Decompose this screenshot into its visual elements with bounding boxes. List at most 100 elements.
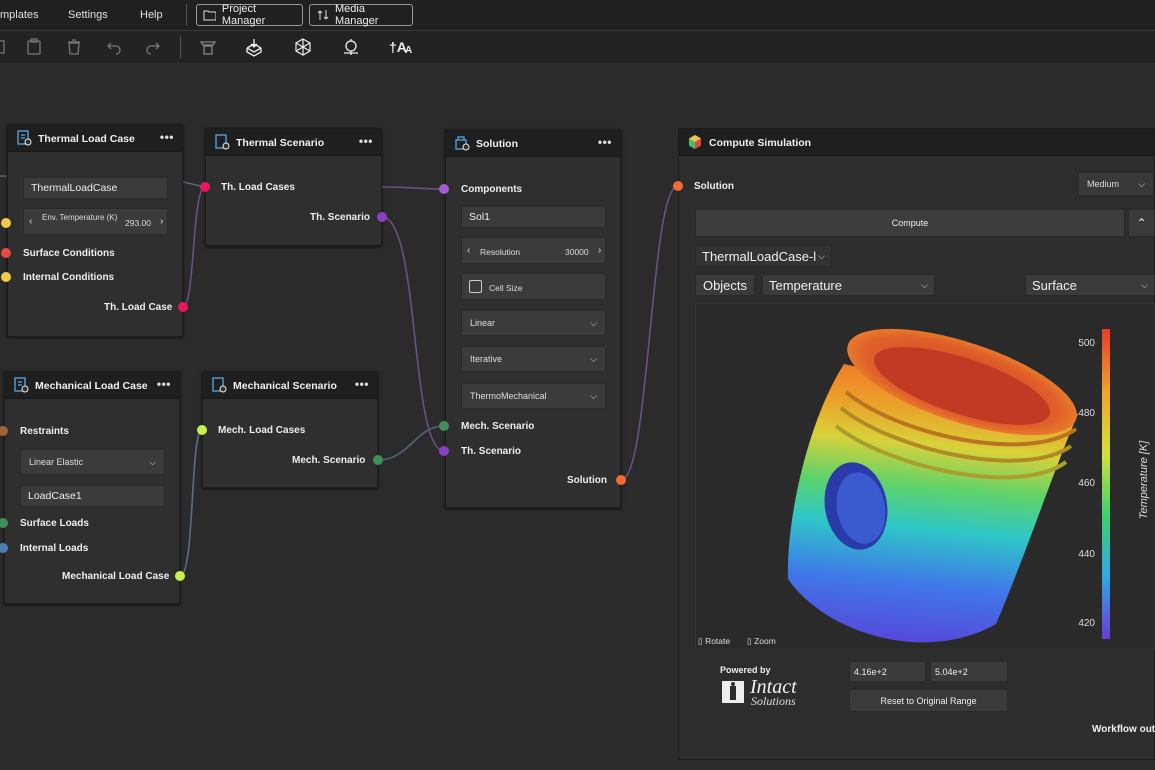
node-title: Thermal Load Case	[38, 133, 135, 145]
powered-by-label: Powered by	[720, 665, 771, 675]
solution-input-port[interactable]	[673, 181, 683, 191]
mech-loadcase-output-label: Mechanical Load Case	[62, 571, 170, 582]
surface-conditions-label: Surface Conditions	[23, 248, 115, 259]
chevron-down-icon: ⌵	[149, 456, 156, 467]
mechanical-load-case-node[interactable]: Mechanical Load Case ••• Restraints Line…	[4, 371, 180, 604]
cell-size-checkbox[interactable]	[469, 280, 482, 293]
mouse-icon: ▯	[698, 636, 703, 646]
decrement-icon[interactable]: ‹	[467, 245, 470, 256]
internal-conditions-port[interactable]	[1, 272, 11, 282]
field-select[interactable]: Temperature ⌵	[762, 274, 935, 296]
mech-loadcase-name-field[interactable]: LoadCase1	[20, 485, 165, 507]
quality-dropdown[interactable]: Medium ⌵	[1078, 172, 1154, 196]
objects-button[interactable]: Objects	[695, 274, 755, 296]
3d-viewport[interactable]: 500 480 460 440 420 Temperature [K] ▯ Ro…	[695, 303, 1155, 650]
th-scenario-output-port[interactable]	[377, 212, 387, 222]
chevron-down-icon: ⌵	[1141, 279, 1148, 290]
components-input-port[interactable]	[439, 184, 449, 194]
colorbar	[1102, 329, 1110, 639]
colorbar-tick: 500	[1078, 338, 1095, 349]
node-header[interactable]: Thermal Load Case •••	[8, 125, 182, 152]
colorbar-tick: 440	[1078, 549, 1095, 560]
mech-scenario-input-label: Mech. Scenario	[461, 421, 535, 432]
cell-size-label: Cell Size	[489, 283, 523, 293]
mech-load-cases-input-label: Mech. Load Cases	[218, 425, 306, 436]
solution-output-port[interactable]	[616, 475, 626, 485]
decrement-icon[interactable]: ‹	[29, 216, 32, 227]
material-model-value: Linear Elastic	[29, 457, 84, 467]
rotate-hint: ▯ Rotate	[698, 636, 730, 647]
rotate-label: Rotate	[705, 636, 731, 646]
node-title: Compute Simulation	[709, 137, 812, 149]
load-case-icon	[17, 130, 32, 146]
th-load-case-output-port[interactable]	[178, 302, 188, 312]
solver-method-dropdown[interactable]: Iterative ⌵	[461, 346, 606, 372]
collapse-chevron-up-icon[interactable]: ⌃	[1128, 209, 1155, 237]
node-header[interactable]: Solution •••	[446, 130, 620, 157]
mechanical-scenario-node[interactable]: Mechanical Scenario ••• Mech. Load Cases…	[202, 371, 378, 488]
th-scenario-input-label: Th. Scenario	[461, 446, 522, 457]
compute-cube-icon	[689, 135, 701, 149]
range-min-field[interactable]: 4.16e+2	[849, 661, 926, 682]
load-case-icon	[14, 377, 29, 393]
solution-name-field[interactable]: Sol1	[461, 206, 606, 228]
increment-icon[interactable]: ›	[598, 245, 601, 256]
node-title: Mechanical Scenario	[233, 380, 337, 392]
surface-loads-label: Surface Loads	[20, 518, 89, 529]
mech-scenario-output-port[interactable]	[373, 455, 383, 465]
solver-type-dropdown[interactable]: Linear ⌵	[461, 310, 606, 336]
resolution-stepper[interactable]: ‹ Resolution 30000 ›	[461, 237, 606, 264]
compute-button[interactable]: Compute	[695, 209, 1125, 237]
material-model-dropdown[interactable]: Linear Elastic ⌵	[20, 449, 165, 475]
loadcase-select[interactable]: ThermalLoadCase-l ⌵	[695, 245, 832, 267]
physics-value: ThermoMechanical	[470, 391, 547, 401]
more-options-icon[interactable]: •••	[355, 377, 369, 391]
thermal-load-case-node[interactable]: Thermal Load Case ••• ThermalLoadCase ‹ …	[7, 124, 183, 337]
node-header[interactable]: Thermal Scenario •••	[206, 129, 381, 156]
increment-icon[interactable]: ›	[160, 216, 163, 227]
solution-node[interactable]: Solution ••• Components Sol1 ‹ Resolutio…	[445, 129, 621, 508]
solver-type-value: Linear	[470, 318, 496, 328]
node-header[interactable]: Mechanical Scenario •••	[203, 372, 377, 399]
components-input-label: Components	[461, 184, 523, 195]
surface-conditions-port[interactable]	[1, 248, 11, 258]
physics-dropdown[interactable]: ThermoMechanical ⌵	[461, 383, 606, 409]
th-scenario-output-label: Th. Scenario	[310, 212, 371, 223]
node-header[interactable]: Compute Simulation	[679, 129, 1154, 156]
more-options-icon[interactable]: •••	[157, 377, 171, 391]
node-header[interactable]: Mechanical Load Case •••	[5, 372, 179, 399]
mech-loadcase-output-port[interactable]	[175, 571, 185, 581]
chevron-down-icon: ⌵	[590, 390, 597, 401]
mech-scenario-input-port[interactable]	[439, 421, 449, 431]
resolution-label: Resolution	[480, 247, 521, 257]
cell-size-checkbox-row[interactable]: Cell Size	[461, 273, 606, 300]
display-mode-select[interactable]: Surface ⌵	[1025, 274, 1155, 296]
wire-thload-to-thscenario	[182, 186, 206, 308]
colorbar-tick: 420	[1078, 618, 1095, 629]
th-scenario-input-port[interactable]	[439, 446, 449, 456]
thermal-loadcase-name-field[interactable]: ThermalLoadCase	[23, 177, 168, 199]
more-options-icon[interactable]: •••	[598, 135, 612, 149]
piston-temperature-render: 500 480 460 440 420 Temperature [K]	[787, 328, 1150, 643]
more-options-icon[interactable]: •••	[359, 134, 373, 148]
mech-scenario-output-label: Mech. Scenario	[292, 455, 366, 466]
env-temp-port[interactable]	[1, 218, 11, 228]
quality-value: Medium	[1087, 179, 1120, 189]
env-temperature-stepper[interactable]: ‹ Env. Temperature (K) 293.00 ›	[23, 208, 168, 235]
reset-range-button[interactable]: Reset to Original Range	[849, 689, 1008, 712]
chevron-down-icon: ⌵	[818, 250, 825, 261]
field-select-value: Temperature	[769, 277, 842, 293]
more-options-icon[interactable]: •••	[160, 130, 174, 144]
thermal-scenario-node[interactable]: Thermal Scenario ••• Th. Load Cases Th. …	[205, 128, 382, 246]
range-max-field[interactable]: 5.04e+2	[930, 661, 1008, 682]
node-title: Thermal Scenario	[236, 137, 325, 149]
solver-method-value: Iterative	[470, 354, 503, 364]
th-load-cases-input-port[interactable]	[200, 182, 210, 192]
colorbar-title: Temperature [K]	[1138, 440, 1150, 519]
mech-load-cases-input-port[interactable]	[197, 425, 207, 435]
restraints-label: Restraints	[20, 426, 69, 437]
internal-conditions-label: Internal Conditions	[23, 272, 115, 283]
chevron-down-icon: ⌵	[921, 279, 928, 290]
chevron-down-icon: ⌵	[590, 353, 597, 364]
brand-sub: Solutions	[751, 694, 796, 708]
